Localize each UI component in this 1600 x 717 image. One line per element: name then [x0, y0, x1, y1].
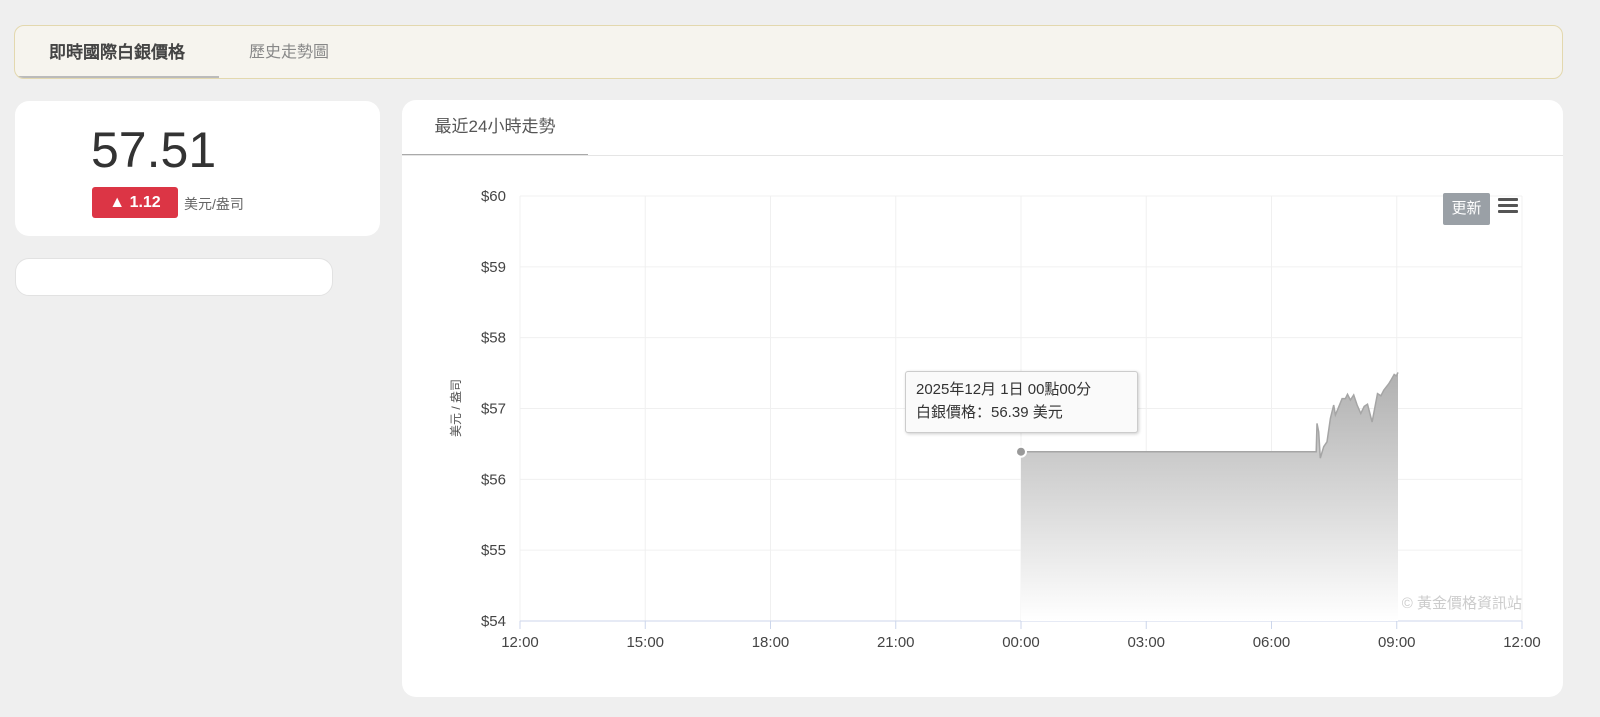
- hamburger-menu-icon[interactable]: [1498, 198, 1518, 214]
- watermark: © 黃金價格資訊站: [1402, 595, 1522, 612]
- x-tick-label: 18:00: [752, 634, 790, 651]
- x-tick-label: 12:00: [1503, 634, 1541, 651]
- y-tick-label: $58: [481, 330, 506, 347]
- y-tick-label: $59: [481, 259, 506, 276]
- tab-history-chart[interactable]: 歷史走勢圖: [249, 26, 329, 78]
- tooltip-date: 2025年12月 1日 00點00分: [916, 381, 1092, 398]
- x-tick-label: 03:00: [1127, 634, 1165, 651]
- x-tick-label: 00:00: [1002, 634, 1040, 651]
- y-tick-label: $60: [481, 188, 506, 205]
- current-price: 57.51: [91, 122, 217, 178]
- y-axis-title: 美元 / 盎司: [449, 379, 463, 437]
- y-tick-label: $54: [481, 613, 506, 630]
- price-unit: 美元/盎司: [184, 196, 244, 212]
- tab-realtime-silver[interactable]: 即時國際白銀價格: [15, 26, 219, 78]
- tooltip-price: 白銀價格：56.39 美元: [916, 404, 1063, 421]
- refresh-button[interactable]: 更新: [1443, 193, 1490, 225]
- y-tick-label: $57: [481, 401, 506, 418]
- chart-card: 最近24小時走勢 $54 $55 $56 $57 $58 $59 $60 12:00 15:00…: [402, 100, 1563, 697]
- empty-card: [15, 258, 333, 296]
- chart-tooltip: 2025年12月 1日 00點00分 白銀價格：56.39 美元: [905, 371, 1138, 433]
- tooltip-point: [1015, 445, 1027, 458]
- x-tick-label: 15:00: [626, 634, 664, 651]
- y-tick-label: $56: [481, 471, 506, 488]
- x-tick-label: 21:00: [877, 634, 915, 651]
- x-tick-label: 12:00: [501, 634, 539, 651]
- x-tick-label: 09:00: [1378, 634, 1416, 651]
- price-card: 57.51 ▲ 1.12 美元/盎司: [15, 101, 380, 236]
- change-badge: ▲ 1.12: [92, 187, 178, 218]
- x-tick-label: 06:00: [1253, 634, 1291, 651]
- y-tick-label: $55: [481, 542, 506, 559]
- top-tab-bar: 即時國際白銀價格 歷史走勢圖: [14, 25, 1563, 79]
